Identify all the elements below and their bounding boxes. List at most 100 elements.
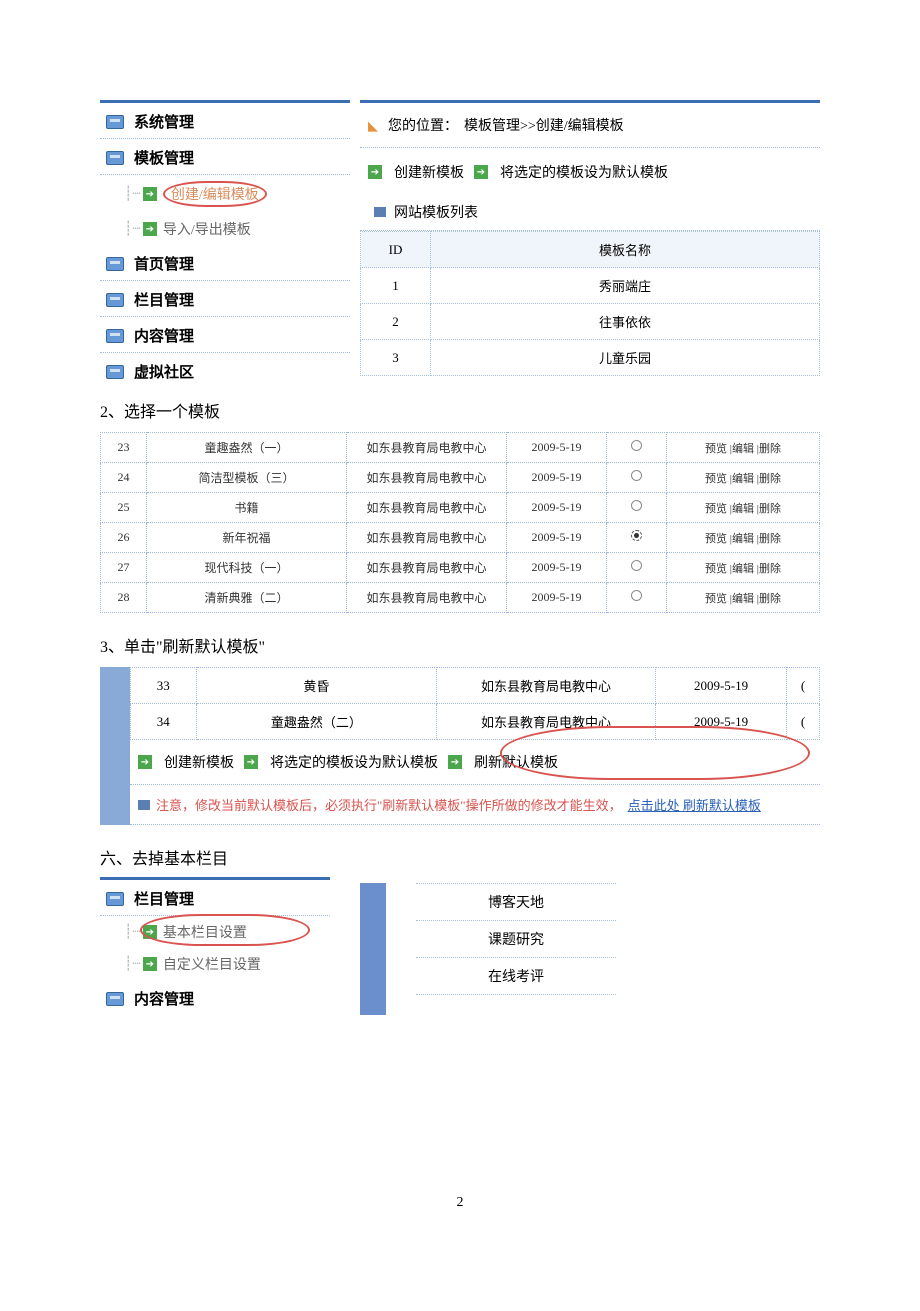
arrow-icon bbox=[368, 165, 382, 179]
refresh-default-button[interactable]: 刷新默认模板 bbox=[448, 752, 558, 772]
list-item[interactable]: 在线考评 bbox=[416, 958, 616, 995]
arrow-icon bbox=[143, 925, 157, 939]
btn-label: 创建新模板 bbox=[394, 162, 464, 182]
set-default-button[interactable]: 将选定的模板设为默认模板 bbox=[474, 162, 668, 182]
cell-publisher: 如东县教育局电教中心 bbox=[347, 583, 507, 613]
nav-content-manage[interactable]: 内容管理 bbox=[100, 980, 330, 1015]
table-row[interactable]: 24 简洁型模板（三） 如东县教育局电教中心 2009-5-19 预览 |编辑 … bbox=[101, 463, 820, 493]
nav-column[interactable]: 栏目管理 bbox=[100, 281, 350, 317]
cell-name: 黄昏 bbox=[196, 668, 437, 704]
cell-actions[interactable]: 预览 |编辑 |删除 bbox=[667, 523, 820, 553]
tree-icon: ┊┈ bbox=[124, 956, 141, 973]
sub-custom-column[interactable]: ┊┈ 自定义栏目设置 bbox=[100, 948, 330, 980]
sidebar-nav: 系统管理 模板管理 ┊┈ 创建/编辑模板 ┊┈ 导入/导出模板 首页管理 栏目管… bbox=[100, 100, 350, 388]
toolbar: 创建新模板 将选定的模板设为默认模板 bbox=[360, 148, 820, 190]
folder-icon bbox=[106, 992, 124, 1006]
radio-icon[interactable] bbox=[631, 500, 642, 511]
cell-radio[interactable] bbox=[607, 493, 667, 523]
left-bar bbox=[100, 667, 130, 825]
nav-label: 内容管理 bbox=[134, 325, 194, 346]
cell-radio[interactable] bbox=[607, 433, 667, 463]
arrow-icon bbox=[143, 957, 157, 971]
table-row[interactable]: 34 童趣盎然（二） 如东县教育局电教中心 2009-5-19 ( bbox=[131, 704, 820, 740]
table-row[interactable]: 27 现代科技（一） 如东县教育局电教中心 2009-5-19 预览 |编辑 |… bbox=[101, 553, 820, 583]
radio-icon[interactable] bbox=[631, 440, 642, 451]
nav-system[interactable]: 系统管理 bbox=[100, 103, 350, 139]
arrow-icon bbox=[143, 222, 157, 236]
cell-name: 简洁型模板（三） bbox=[147, 463, 347, 493]
cell-publisher: 如东县教育局电教中心 bbox=[347, 463, 507, 493]
section-6-title: 六、去掉基本栏目 bbox=[100, 845, 820, 869]
arrow-icon bbox=[474, 165, 488, 179]
cell-name: 清新典雅（二） bbox=[147, 583, 347, 613]
create-template-button[interactable]: 创建新模板 bbox=[138, 752, 234, 772]
cell-publisher: 如东县教育局电教中心 bbox=[347, 493, 507, 523]
cell-actions[interactable]: 预览 |编辑 |删除 bbox=[667, 463, 820, 493]
radio-icon[interactable] bbox=[631, 560, 642, 571]
template-list-table: ID 模板名称 1秀丽端庄 2往事依依 3儿童乐园 bbox=[360, 231, 820, 376]
note-link[interactable]: 点击此处 刷新默认模板 bbox=[628, 795, 761, 814]
cell-id: 34 bbox=[131, 704, 197, 740]
nav-homepage[interactable]: 首页管理 bbox=[100, 245, 350, 281]
sub-import-export[interactable]: ┊┈ 导入/导出模板 bbox=[100, 213, 350, 245]
cell-radio[interactable] bbox=[607, 553, 667, 583]
cell-id: 25 bbox=[101, 493, 147, 523]
table-row[interactable]: 26 新年祝福 如东县教育局电教中心 2009-5-19 预览 |编辑 |删除 bbox=[101, 523, 820, 553]
nav-community[interactable]: 虚拟社区 bbox=[100, 353, 350, 388]
radio-icon[interactable] bbox=[631, 530, 642, 541]
cell-id: 26 bbox=[101, 523, 147, 553]
breadcrumb-label: 您的位置： bbox=[388, 115, 458, 135]
cell-actions[interactable]: 预览 |编辑 |删除 bbox=[667, 493, 820, 523]
cell-id: 28 bbox=[101, 583, 147, 613]
sub-basic-column[interactable]: ┊┈ 基本栏目设置 bbox=[100, 916, 330, 948]
nav-column-manage[interactable]: 栏目管理 bbox=[100, 880, 330, 916]
table-row[interactable]: 3儿童乐园 bbox=[361, 340, 820, 376]
folder-icon bbox=[106, 892, 124, 906]
right-panel: 33 黄昏 如东县教育局电教中心 2009-5-19 ( 34 童趣盎然（二） … bbox=[130, 667, 820, 825]
table-row[interactable]: 33 黄昏 如东县教育局电教中心 2009-5-19 ( bbox=[131, 668, 820, 704]
nav-template[interactable]: 模板管理 bbox=[100, 139, 350, 175]
cell-date: 2009-5-19 bbox=[507, 493, 607, 523]
nav-label: 首页管理 bbox=[134, 253, 194, 274]
cell-id: 23 bbox=[101, 433, 147, 463]
table-row[interactable]: 25 书籍 如东县教育局电教中心 2009-5-19 预览 |编辑 |删除 bbox=[101, 493, 820, 523]
cell-publisher: 如东县教育局电教中心 bbox=[437, 704, 656, 740]
col-id: ID bbox=[361, 232, 431, 268]
refresh-panel: 33 黄昏 如东县教育局电教中心 2009-5-19 ( 34 童趣盎然（二） … bbox=[100, 667, 820, 825]
sub-label: 导入/导出模板 bbox=[163, 219, 251, 239]
cell-id: 33 bbox=[131, 668, 197, 704]
step-3-text: 3、单击"刷新默认模板" bbox=[100, 633, 820, 657]
sidebar-columns: 栏目管理 ┊┈ 基本栏目设置 ┊┈ 自定义栏目设置 内容管理 bbox=[100, 877, 330, 1015]
cell-name: 书籍 bbox=[147, 493, 347, 523]
table-row[interactable]: 2往事依依 bbox=[361, 304, 820, 340]
nav-label: 虚拟社区 bbox=[134, 361, 194, 382]
sub-create-edit[interactable]: ┊┈ 创建/编辑模板 bbox=[100, 175, 350, 213]
create-template-button[interactable]: 创建新模板 bbox=[368, 162, 464, 182]
cell-radio[interactable] bbox=[607, 463, 667, 493]
table-row[interactable]: 28 清新典雅（二） 如东县教育局电教中心 2009-5-19 预览 |编辑 |… bbox=[101, 583, 820, 613]
table-row[interactable]: 23 童趣盎然（一） 如东县教育局电教中心 2009-5-19 预览 |编辑 |… bbox=[101, 433, 820, 463]
cell-actions[interactable]: 预览 |编辑 |删除 bbox=[667, 583, 820, 613]
cell-name: 现代科技（一） bbox=[147, 553, 347, 583]
list-item[interactable]: 博客天地 bbox=[416, 884, 616, 921]
tree-icon: ┊┈ bbox=[124, 924, 141, 941]
cell-radio[interactable] bbox=[607, 583, 667, 613]
set-default-button[interactable]: 将选定的模板设为默认模板 bbox=[244, 752, 438, 772]
cell-date: 2009-5-19 bbox=[655, 704, 786, 740]
radio-icon[interactable] bbox=[631, 470, 642, 481]
cell-id: 27 bbox=[101, 553, 147, 583]
arrow-icon bbox=[138, 755, 152, 769]
table-row[interactable]: 1秀丽端庄 bbox=[361, 268, 820, 304]
radio-icon[interactable] bbox=[631, 590, 642, 601]
cell-name: 童趣盎然（二） bbox=[196, 704, 437, 740]
cell-radio[interactable] bbox=[607, 523, 667, 553]
tree-icon: ┊┈ bbox=[124, 221, 141, 238]
nav-content[interactable]: 内容管理 bbox=[100, 317, 350, 353]
cell-actions[interactable]: 预览 |编辑 |删除 bbox=[667, 553, 820, 583]
toolbar: 创建新模板 将选定的模板设为默认模板 刷新默认模板 bbox=[130, 740, 820, 784]
cell-actions[interactable]: 预览 |编辑 |删除 bbox=[667, 433, 820, 463]
folder-icon bbox=[106, 329, 124, 343]
template-manage-panel: 系统管理 模板管理 ┊┈ 创建/编辑模板 ┊┈ 导入/导出模板 首页管理 栏目管… bbox=[100, 100, 820, 388]
cell-date: 2009-5-19 bbox=[655, 668, 786, 704]
list-item[interactable]: 课题研究 bbox=[416, 921, 616, 958]
